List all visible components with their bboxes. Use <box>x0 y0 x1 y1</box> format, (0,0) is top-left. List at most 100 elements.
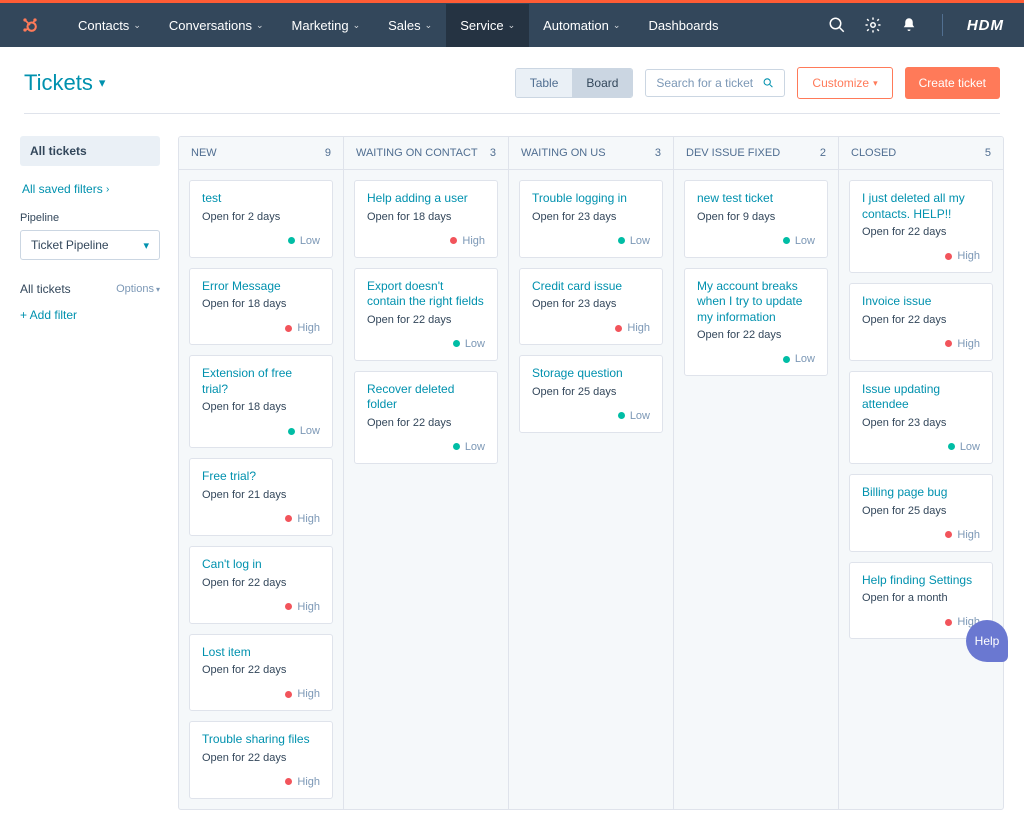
sidebar-saved-filters[interactable]: All saved filters › <box>20 178 160 200</box>
ticket-title[interactable]: Can't log in <box>202 557 320 573</box>
nav-item-sales[interactable]: Sales⌄ <box>374 4 446 47</box>
priority-dot-icon <box>945 531 952 538</box>
ticket-card[interactable]: Storage questionOpen for 25 daysLow <box>519 355 663 433</box>
nav-item-service[interactable]: Service⌄ <box>446 4 529 47</box>
customize-label: Customize <box>812 76 869 90</box>
search-icon[interactable] <box>828 16 846 34</box>
view-toggle-table[interactable]: Table <box>516 69 573 97</box>
ticket-card[interactable]: Export doesn't contain the right fields O… <box>354 268 498 361</box>
chevron-down-icon: ⌄ <box>613 20 621 31</box>
ticket-age: Open for 22 days <box>367 314 485 326</box>
ticket-card[interactable]: Credit card issueOpen for 23 daysHigh <box>519 268 663 346</box>
board: NEW9testOpen for 2 daysLowError MessageO… <box>178 136 1004 810</box>
priority-label: High <box>297 513 320 525</box>
pipeline-value: Ticket Pipeline <box>31 238 109 252</box>
priority-label: Low <box>465 441 485 453</box>
help-label: Help <box>975 634 1000 648</box>
ticket-title[interactable]: Billing page bug <box>862 485 980 501</box>
ticket-card[interactable]: Help adding a userOpen for 18 daysHigh <box>354 180 498 258</box>
page-header: Tickets ▾ Table Board Customize▾ Create … <box>0 47 1024 113</box>
gear-icon[interactable] <box>864 16 882 34</box>
bell-icon[interactable] <box>900 16 918 34</box>
ticket-title[interactable]: test <box>202 191 320 207</box>
ticket-card[interactable]: I just deleted all my contacts. HELP!!Op… <box>849 180 993 273</box>
ticket-title[interactable]: new test ticket <box>697 191 815 207</box>
ticket-card[interactable]: testOpen for 2 daysLow <box>189 180 333 258</box>
view-toggle-board[interactable]: Board <box>572 69 632 97</box>
ticket-card[interactable]: Error MessageOpen for 18 daysHigh <box>189 268 333 346</box>
ticket-card[interactable]: Free trial?Open for 21 daysHigh <box>189 458 333 536</box>
nav-item-marketing[interactable]: Marketing⌄ <box>278 4 375 47</box>
chevron-right-icon: › <box>106 184 109 195</box>
ticket-title[interactable]: My account breaks when I try to update m… <box>697 279 815 326</box>
nav-item-dashboards[interactable]: Dashboards <box>634 4 732 47</box>
ticket-card[interactable]: Can't log inOpen for 22 daysHigh <box>189 546 333 624</box>
ticket-card[interactable]: Recover deleted folderOpen for 22 daysLo… <box>354 371 498 464</box>
column-body: I just deleted all my contacts. HELP!!Op… <box>839 170 1003 649</box>
column-closed: CLOSED5I just deleted all my contacts. H… <box>839 137 1003 809</box>
priority-label: Low <box>300 235 320 247</box>
ticket-title[interactable]: Storage question <box>532 366 650 382</box>
priority-dot-icon <box>285 325 292 332</box>
column-new: NEW9testOpen for 2 daysLowError MessageO… <box>179 137 344 809</box>
ticket-title[interactable]: Free trial? <box>202 469 320 485</box>
ticket-title[interactable]: Lost item <box>202 645 320 661</box>
nav-item-label: Marketing <box>292 18 349 33</box>
ticket-card[interactable]: Issue updating attendeeOpen for 23 daysL… <box>849 371 993 464</box>
page-title-dropdown[interactable]: Tickets ▾ <box>24 70 105 96</box>
sidebar-all-tickets-active[interactable]: All tickets <box>20 136 160 166</box>
ticket-title[interactable]: Help adding a user <box>367 191 485 207</box>
account-name[interactable]: HDM <box>967 17 1004 34</box>
column-count: 3 <box>490 147 496 159</box>
column-waiting-on-contact: WAITING ON CONTACT3Help adding a userOpe… <box>344 137 509 809</box>
ticket-title[interactable]: Export doesn't contain the right fields <box>367 279 485 310</box>
nav-item-automation[interactable]: Automation ⌄ <box>529 4 634 47</box>
create-ticket-button[interactable]: Create ticket <box>905 67 1000 99</box>
sidebar-all-tickets-filter: All tickets <box>20 282 71 296</box>
nav-item-conversations[interactable]: Conversations⌄ <box>155 4 278 47</box>
ticket-title[interactable]: I just deleted all my contacts. HELP!! <box>862 191 980 222</box>
ticket-title[interactable]: Extension of free trial? <box>202 366 320 397</box>
ticket-age: Open for 22 days <box>202 577 320 589</box>
customize-button[interactable]: Customize▾ <box>797 67 892 99</box>
ticket-card[interactable]: Extension of free trial? Open for 18 days… <box>189 355 333 448</box>
ticket-age: Open for 18 days <box>202 401 320 413</box>
ticket-card[interactable]: Billing page bugOpen for 25 daysHigh <box>849 474 993 552</box>
options-dropdown[interactable]: Options▾ <box>116 283 160 295</box>
nav-item-contacts[interactable]: Contacts⌄ <box>64 4 155 47</box>
priority-dot-icon <box>945 253 952 260</box>
ticket-title[interactable]: Recover deleted folder <box>367 382 485 413</box>
sidebar: All tickets All saved filters › Pipeline… <box>20 136 160 322</box>
ticket-card[interactable]: Trouble sharing filesOpen for 22 daysHig… <box>189 721 333 799</box>
ticket-card[interactable]: Lost itemOpen for 22 daysHigh <box>189 634 333 712</box>
help-button[interactable]: Help <box>966 620 1008 662</box>
ticket-title[interactable]: Help finding Settings <box>862 573 980 589</box>
ticket-title[interactable]: Credit card issue <box>532 279 650 295</box>
priority-dot-icon <box>288 237 295 244</box>
priority-label: High <box>297 776 320 788</box>
search-box[interactable] <box>645 69 785 97</box>
ticket-card[interactable]: Invoice issueOpen for 22 daysHigh <box>849 283 993 361</box>
top-nav: Contacts⌄Conversations⌄Marketing⌄Sales⌄S… <box>0 3 1024 47</box>
priority-label: High <box>957 529 980 541</box>
add-filter-button[interactable]: + Add filter <box>20 308 160 322</box>
ticket-title[interactable]: Trouble logging in <box>532 191 650 207</box>
ticket-card[interactable]: My account breaks when I try to update m… <box>684 268 828 377</box>
search-input[interactable] <box>656 76 761 90</box>
ticket-title[interactable]: Issue updating attendee <box>862 382 980 413</box>
nav-item-label: Automation <box>543 18 609 33</box>
ticket-title[interactable]: Invoice issue <box>862 294 980 310</box>
column-name: WAITING ON US <box>521 147 606 159</box>
ticket-title[interactable]: Error Message <box>202 279 320 295</box>
priority-dot-icon <box>783 356 790 363</box>
ticket-card[interactable]: Trouble logging inOpen for 23 daysLow <box>519 180 663 258</box>
priority-dot-icon <box>948 443 955 450</box>
column-body: Help adding a userOpen for 18 daysHigh Ex… <box>344 170 508 474</box>
nav-items: Contacts⌄Conversations⌄Marketing⌄Sales⌄S… <box>64 4 733 47</box>
ticket-age: Open for 23 days <box>532 298 650 310</box>
priority-dot-icon <box>615 325 622 332</box>
priority-dot-icon <box>618 237 625 244</box>
ticket-card[interactable]: new test ticketOpen for 9 daysLow <box>684 180 828 258</box>
pipeline-select[interactable]: Ticket Pipeline ▾ <box>20 230 160 260</box>
ticket-title[interactable]: Trouble sharing files <box>202 732 320 748</box>
